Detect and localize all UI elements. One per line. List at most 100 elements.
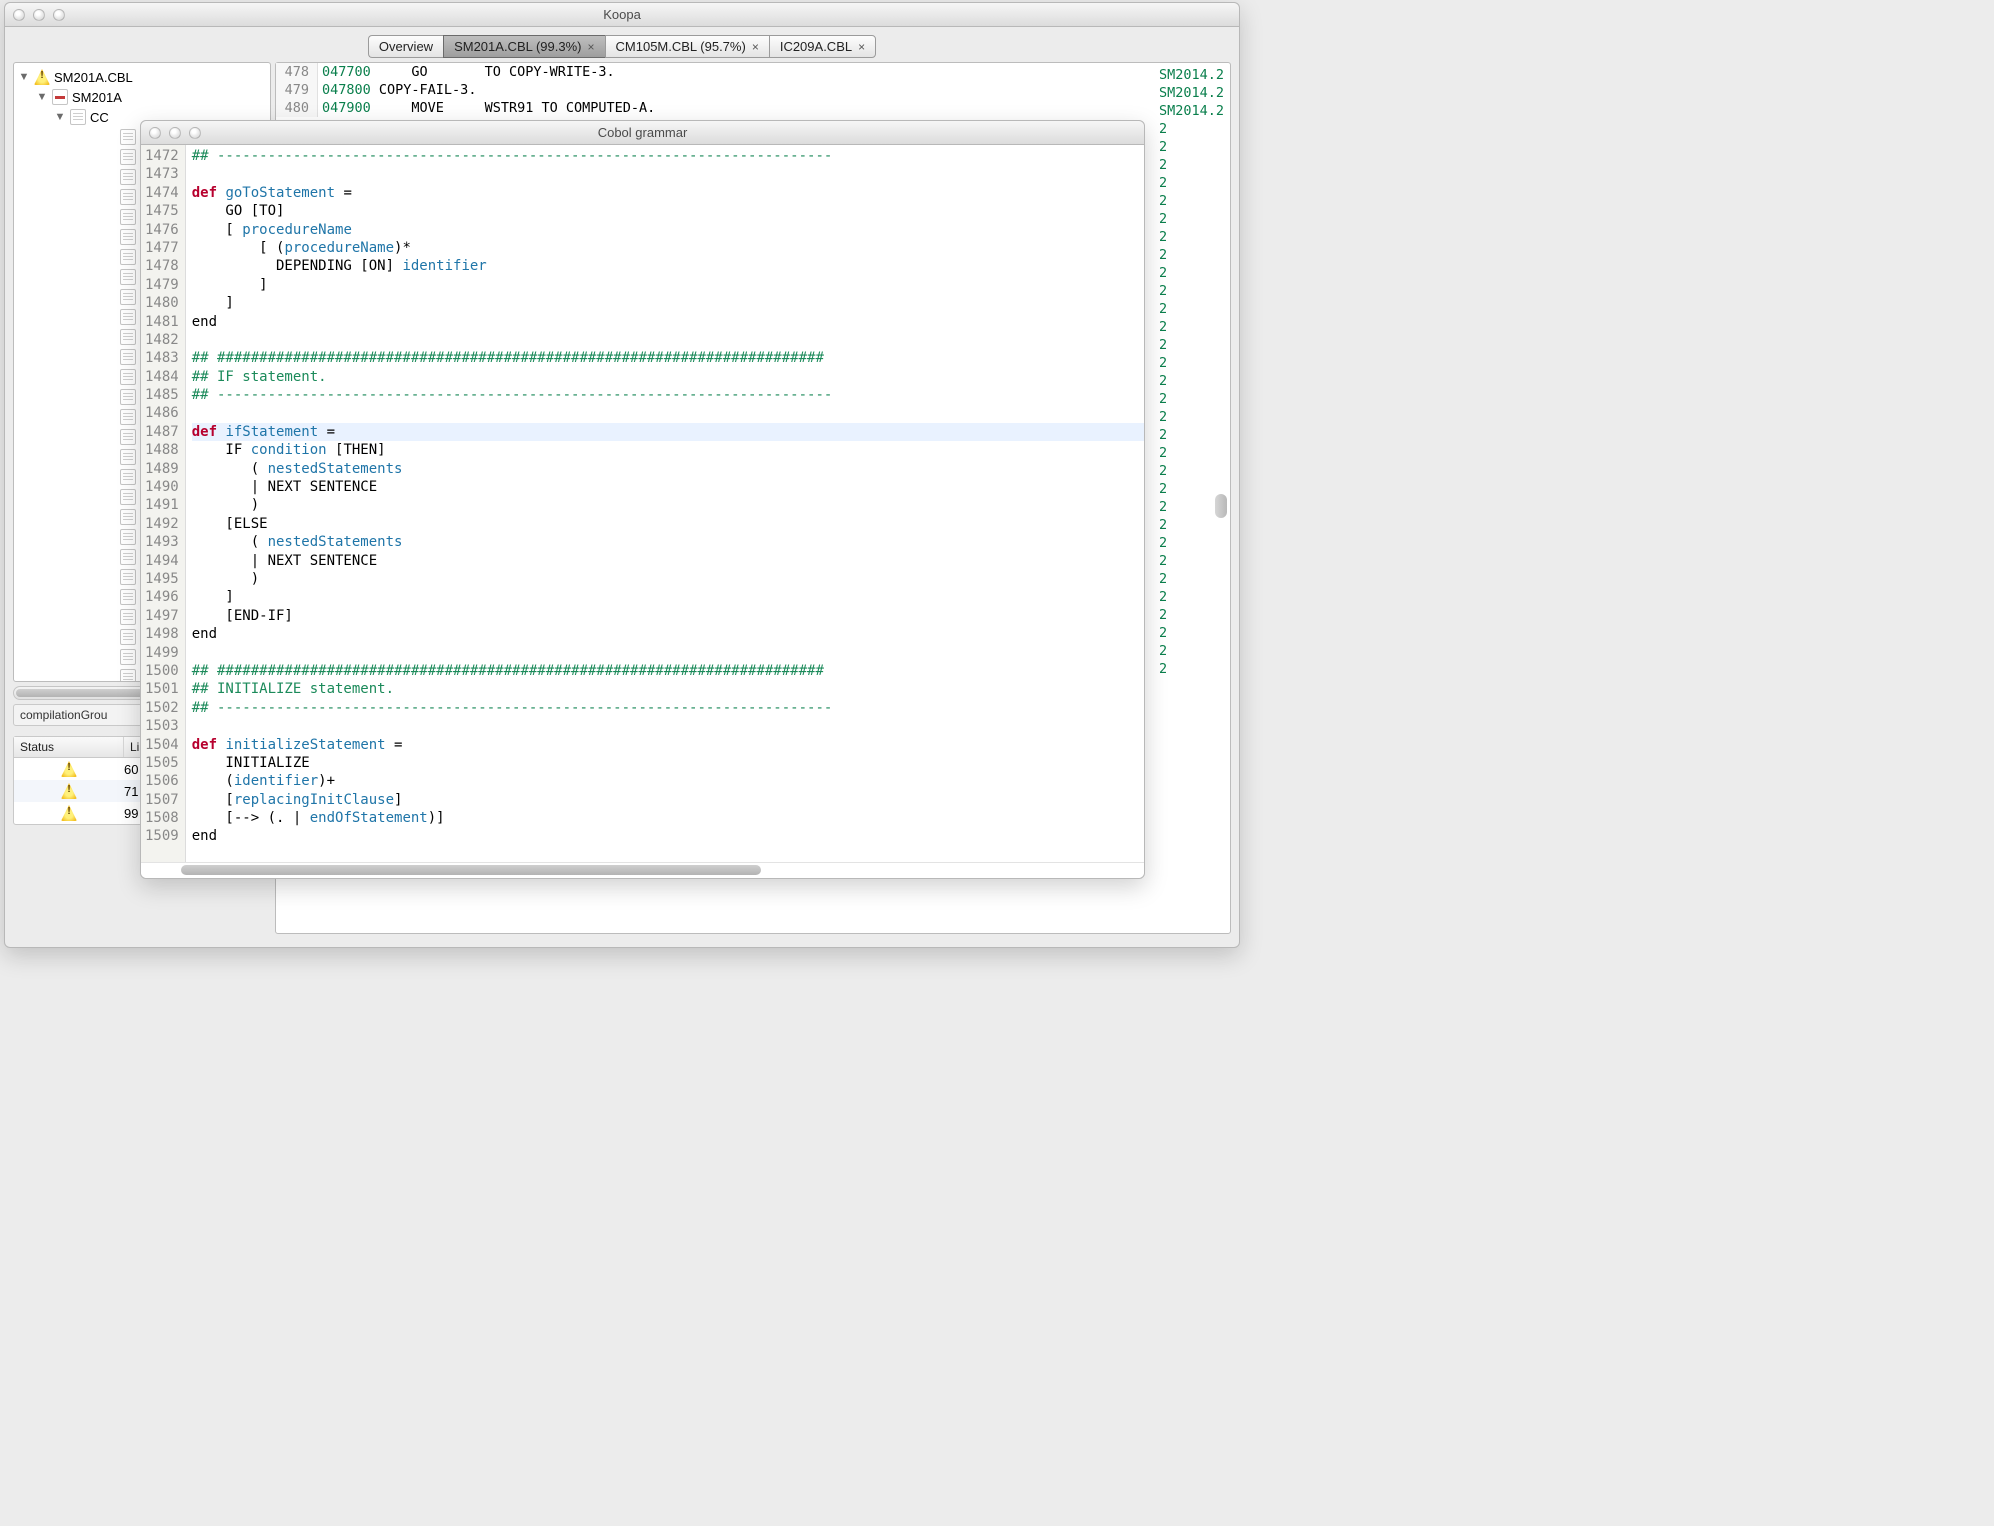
grammar-line	[192, 331, 1144, 349]
chevron-down-icon[interactable]	[54, 111, 66, 123]
grammar-line: ( nestedStatements	[192, 533, 1144, 551]
grammar-title: Cobol grammar	[141, 125, 1144, 140]
grammar-line	[192, 165, 1144, 183]
tree-root[interactable]: SM201A.CBL	[14, 67, 270, 87]
seq-number: 047700	[318, 63, 371, 81]
line-number: 1474	[145, 184, 179, 202]
page-icon	[120, 629, 136, 645]
scrollbar-thumb[interactable]	[181, 865, 761, 875]
line-number: 1492	[145, 515, 179, 533]
close-icon[interactable]: ×	[588, 40, 595, 54]
close-icon[interactable]: ×	[752, 40, 759, 54]
tab-sm201a[interactable]: SM201A.CBL (99.3%) ×	[443, 35, 604, 58]
right-label: SM2014.2	[1159, 66, 1224, 84]
page-icon	[120, 509, 136, 525]
zoom-icon[interactable]	[53, 9, 65, 21]
line-number: 1486	[145, 404, 179, 422]
grammar-line: [ELSE	[192, 515, 1144, 533]
tree-item[interactable]: SM201A	[14, 87, 270, 107]
page-icon	[120, 469, 136, 485]
line-number: 1476	[145, 221, 179, 239]
grammar-editor[interactable]: 1472147314741475147614771478147914801481…	[141, 145, 1144, 862]
close-icon[interactable]	[149, 127, 161, 139]
grammar-line: ## -------------------------------------…	[192, 147, 1144, 165]
code-text: MOVE WSTR91 TO COMPUTED-A.	[371, 99, 655, 117]
page-icon	[120, 369, 136, 385]
tab-overview[interactable]: Overview	[368, 35, 443, 58]
page-icon	[120, 429, 136, 445]
tab-cm105m[interactable]: CM105M.CBL (95.7%) ×	[605, 35, 769, 58]
line-number: 1477	[145, 239, 179, 257]
page-icon	[120, 129, 136, 145]
grammar-line: [replacingInitClause]	[192, 791, 1144, 809]
close-icon[interactable]	[13, 9, 25, 21]
grammar-line: def ifStatement =	[192, 423, 1144, 441]
grammar-h-scrollbar[interactable]	[141, 862, 1144, 878]
line-number: 1500	[145, 662, 179, 680]
line-number: 1473	[145, 165, 179, 183]
tab-label: IC209A.CBL	[780, 39, 852, 54]
grammar-line: IF condition [THEN]	[192, 441, 1144, 459]
line-number: 1503	[145, 717, 179, 735]
grammar-line	[192, 404, 1144, 422]
line-number: 1490	[145, 478, 179, 496]
grammar-line: ## INITIALIZE statement.	[192, 680, 1144, 698]
line-number: 1480	[145, 294, 179, 312]
minimize-icon[interactable]	[33, 9, 45, 21]
warning-icon	[61, 761, 77, 777]
line-number: 1509	[145, 827, 179, 845]
grammar-line: [END-IF]	[192, 607, 1144, 625]
page-icon	[120, 309, 136, 325]
grammar-line: ## IF statement.	[192, 368, 1144, 386]
zoom-icon[interactable]	[189, 127, 201, 139]
warning-icon	[61, 805, 77, 821]
page-icon	[120, 349, 136, 365]
page-icon	[120, 209, 136, 225]
line-number: 1489	[145, 460, 179, 478]
line-number: 1475	[145, 202, 179, 220]
line-number: 1507	[145, 791, 179, 809]
grammar-titlebar[interactable]: Cobol grammar	[141, 121, 1144, 145]
line-number: 1505	[145, 754, 179, 772]
line-number: 1504	[145, 736, 179, 754]
col-status[interactable]: Status	[14, 737, 124, 757]
grammar-line: def initializeStatement =	[192, 736, 1144, 754]
v-scrollbar[interactable]	[1215, 122, 1227, 898]
main-titlebar[interactable]: Koopa	[5, 3, 1239, 27]
grammar-line: def goToStatement =	[192, 184, 1144, 202]
page-icon	[120, 289, 136, 305]
line-number: 1497	[145, 607, 179, 625]
line-number: 1483	[145, 349, 179, 367]
grammar-line: INITIALIZE	[192, 754, 1144, 772]
page-icon	[120, 269, 136, 285]
grammar-code: ## -------------------------------------…	[186, 145, 1144, 862]
main-title: Koopa	[5, 7, 1239, 22]
page-icon	[120, 589, 136, 605]
grammar-line: | NEXT SENTENCE	[192, 478, 1144, 496]
line-number: 1488	[145, 441, 179, 459]
page-icon	[70, 109, 86, 125]
line-number: 1481	[145, 313, 179, 331]
page-icon	[120, 169, 136, 185]
chevron-down-icon[interactable]	[18, 71, 30, 83]
page-icon	[120, 389, 136, 405]
tab-label: SM201A.CBL (99.3%)	[454, 39, 581, 54]
grammar-line: ## #####################################…	[192, 662, 1144, 680]
tab-ic209a[interactable]: IC209A.CBL ×	[769, 35, 876, 58]
grammar-line: GO [TO]	[192, 202, 1144, 220]
close-icon[interactable]: ×	[858, 40, 865, 54]
line-number: 1487	[145, 423, 179, 441]
tree-label: SM201A.CBL	[54, 70, 133, 85]
minimize-icon[interactable]	[169, 127, 181, 139]
grammar-line: ( nestedStatements	[192, 460, 1144, 478]
line-number: 1501	[145, 680, 179, 698]
line-number: 1506	[145, 772, 179, 790]
grammar-line: [--> (. | endOfStatement)]	[192, 809, 1144, 827]
page-icon	[120, 329, 136, 345]
chevron-down-icon[interactable]	[36, 91, 48, 103]
page-icon	[120, 609, 136, 625]
grammar-window: Cobol grammar 14721473147414751476147714…	[140, 120, 1145, 879]
line-number: 1485	[145, 386, 179, 404]
scrollbar-thumb[interactable]	[1215, 494, 1227, 518]
seq-number: 047800	[318, 81, 371, 99]
